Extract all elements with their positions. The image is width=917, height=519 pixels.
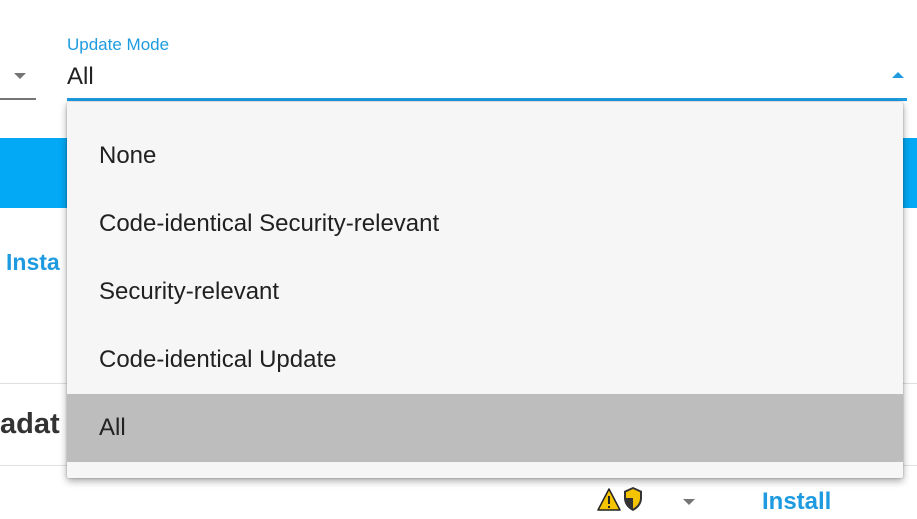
warning-icon	[597, 488, 621, 511]
caret-up-icon[interactable]	[892, 72, 904, 78]
option-security-relevant[interactable]: Security-relevant	[67, 258, 903, 326]
option-list: None Code-identical Security-relevant Se…	[67, 102, 903, 462]
update-mode-value[interactable]: All	[67, 63, 94, 91]
option-none[interactable]: None	[67, 122, 903, 190]
install-link[interactable]: Insta	[6, 249, 60, 276]
update-mode-label: Update Mode	[67, 35, 170, 54]
update-mode-select[interactable]: Update Mode All	[67, 30, 907, 102]
secondary-select[interactable]	[0, 60, 36, 100]
option-code-identical-update[interactable]: Code-identical Update	[67, 326, 903, 394]
option-all[interactable]: All	[67, 394, 903, 462]
select-underline	[67, 98, 907, 101]
caret-down-icon	[14, 73, 26, 79]
row-install-button[interactable]: Install	[762, 488, 831, 516]
chevron-down-icon[interactable]	[683, 499, 695, 505]
option-code-identical-security-relevant[interactable]: Code-identical Security-relevant	[67, 190, 903, 258]
section-heading: adat	[0, 408, 60, 440]
update-mode-dropdown-menu: None Code-identical Security-relevant Se…	[67, 102, 903, 478]
shield-icon	[624, 487, 642, 511]
